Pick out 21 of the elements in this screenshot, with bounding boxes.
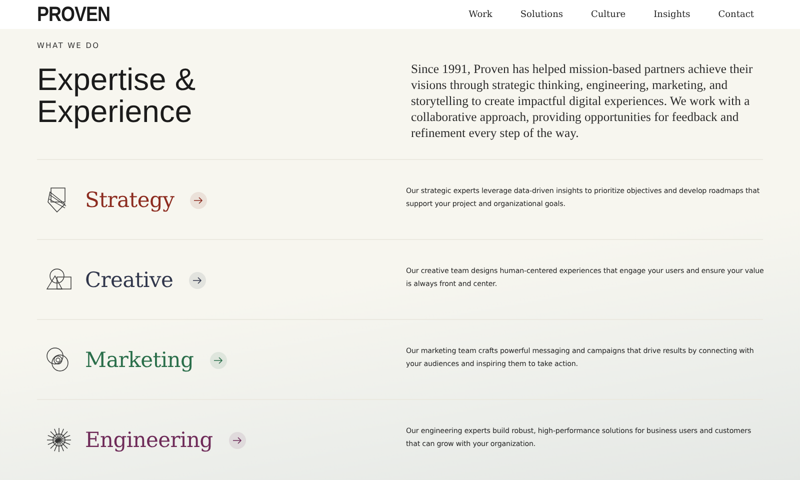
arrow-button[interactable] — [228, 432, 246, 448]
intro-paragraph: Since 1991, Proven has helped mission-based partners achieve their visions through strategic thinking, engineering, marketing, and storytelling to create impactful digital experiences. We work with a collaborative approach, providing opportunities for feedback and refinement every step of the way. — [411, 61, 754, 142]
nav-link[interactable]: Culture — [590, 10, 626, 20]
arrow-icon — [214, 356, 223, 364]
logo[interactable]: PROVEN — [37, 2, 110, 27]
section-heading: Expertise & Experience — [37, 64, 197, 128]
nav-link[interactable]: Insights — [654, 10, 690, 20]
service-title[interactable]: Creative — [85, 268, 174, 292]
arrow-button[interactable] — [210, 352, 227, 368]
arrow-button[interactable] — [190, 192, 208, 208]
nav-link[interactable]: Solutions — [520, 10, 563, 20]
starburst-icon — [45, 426, 73, 454]
nav-link[interactable]: Contact — [718, 10, 754, 20]
arrow-button[interactable] — [189, 272, 206, 288]
arrow-icon — [193, 276, 202, 284]
arrow-icon — [232, 436, 242, 444]
nav-link[interactable]: Work — [468, 10, 492, 20]
service-title[interactable]: Engineering — [85, 428, 213, 452]
service-title[interactable]: Marketing — [85, 348, 194, 372]
arrow-icon — [194, 196, 204, 204]
service-title[interactable]: Strategy — [85, 188, 174, 212]
